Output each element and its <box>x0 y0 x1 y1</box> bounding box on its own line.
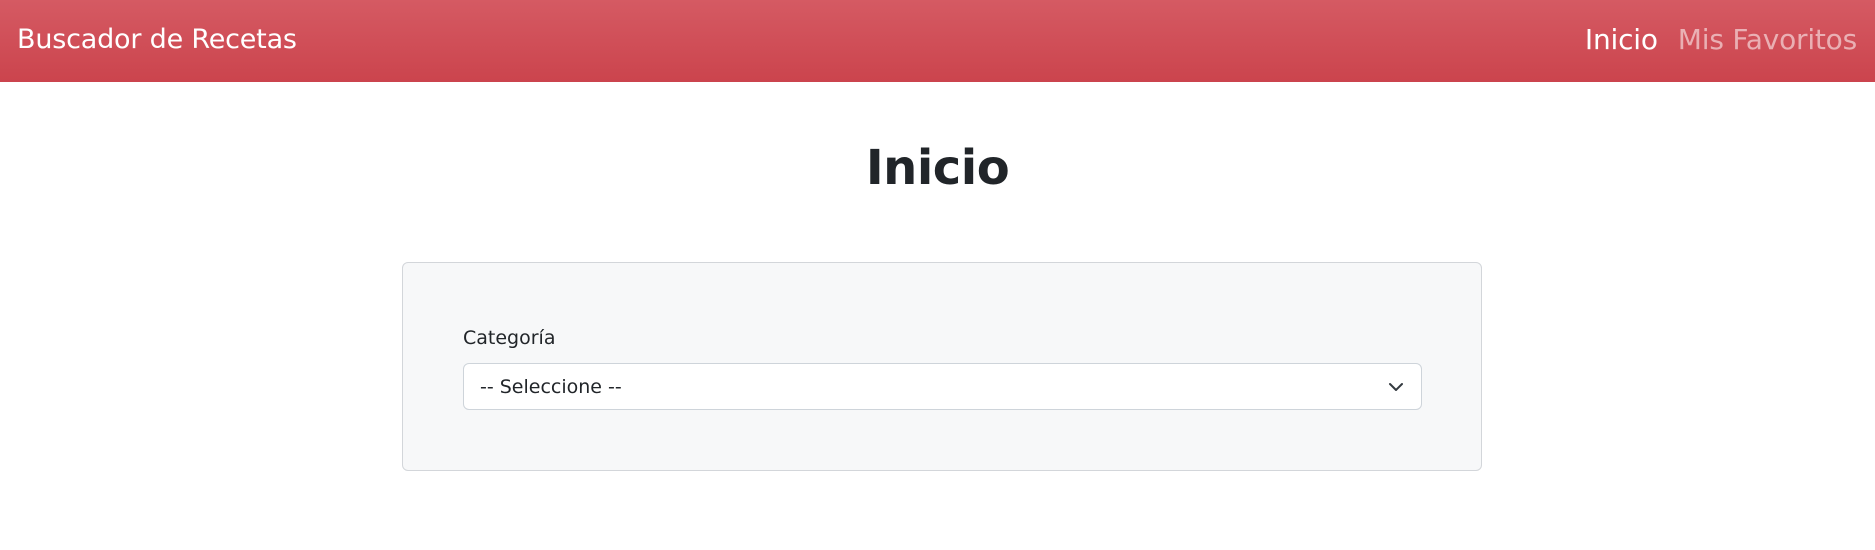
navbar: Buscador de Recetas Inicio Mis Favoritos <box>0 0 1875 82</box>
nav-link-mis-favoritos[interactable]: Mis Favoritos <box>1678 23 1857 56</box>
nav-links: Inicio Mis Favoritos <box>1585 23 1857 56</box>
category-select[interactable]: -- Seleccione -- <box>463 363 1422 410</box>
nav-link-inicio[interactable]: Inicio <box>1585 23 1658 56</box>
navbar-brand[interactable]: Buscador de Recetas <box>17 24 297 55</box>
category-select-value: -- Seleccione -- <box>480 375 622 398</box>
search-form-card: Categoría -- Seleccione -- <box>402 262 1482 471</box>
page-title: Inicio <box>865 140 1010 196</box>
category-label: Categoría <box>463 327 556 349</box>
chevron-down-icon <box>1387 378 1405 396</box>
